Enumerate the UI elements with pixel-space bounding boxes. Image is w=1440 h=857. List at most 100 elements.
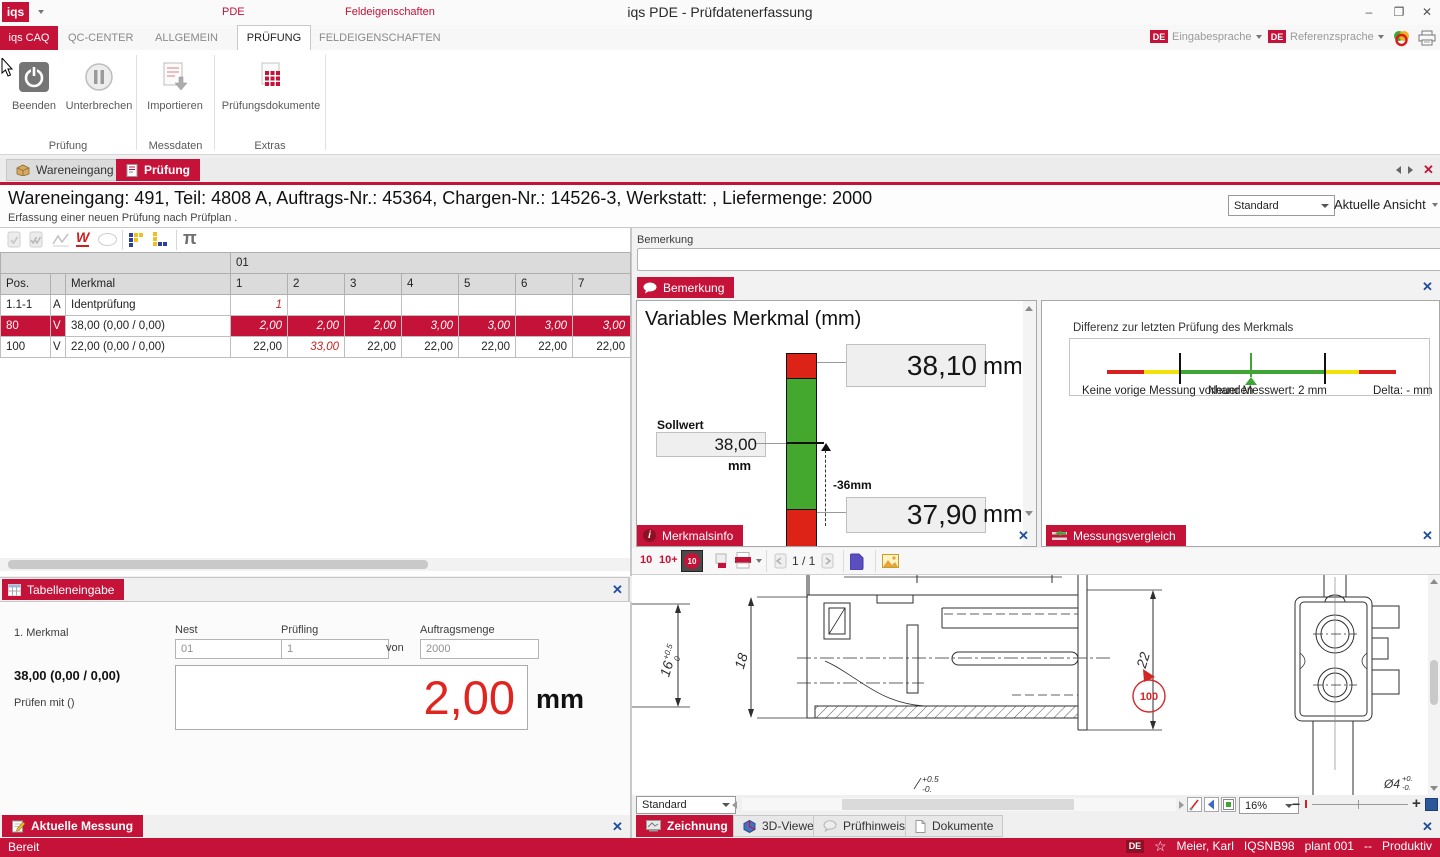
tab-pruefhinweis[interactable]: Prüfhinweis bbox=[813, 815, 915, 837]
pruefungsdokumente-button[interactable]: Prüfungsdokumente bbox=[218, 58, 324, 150]
wertemaske-icon[interactable]: W bbox=[76, 230, 89, 247]
full-extent-button[interactable] bbox=[1425, 798, 1438, 811]
chart-zigzag-icon[interactable] bbox=[52, 232, 70, 247]
pruefling-field[interactable]: 1 bbox=[281, 639, 389, 659]
scale-marker-line bbox=[1250, 353, 1252, 377]
table-hscrollbar-thumb[interactable] bbox=[8, 560, 428, 569]
reference-language[interactable]: DE Referenzsprache bbox=[1268, 30, 1384, 43]
aktuelle-messung-close-button[interactable]: ✕ bbox=[612, 820, 623, 833]
red-pen-icon bbox=[1188, 798, 1201, 811]
zoom-slider[interactable] bbox=[1312, 804, 1408, 805]
tab-pruefung[interactable]: Prüfung bbox=[116, 159, 200, 181]
view-menu[interactable]: Aktuelle Ansicht bbox=[1334, 197, 1438, 212]
ribbon-tab-pruefung[interactable]: PRÜFUNG bbox=[237, 25, 311, 50]
zoom-out-button[interactable]: − bbox=[1292, 796, 1300, 812]
stamp-print-icon[interactable] bbox=[714, 553, 730, 569]
doc-tab-close-button[interactable]: ✕ bbox=[1423, 163, 1434, 176]
zoom-in-button[interactable]: + bbox=[1412, 795, 1421, 812]
nest-field[interactable]: 01 bbox=[175, 639, 283, 659]
ribbon-tab-qc-center[interactable]: QC-CENTER bbox=[68, 32, 133, 44]
drawing-hscrollbar-thumb[interactable] bbox=[842, 799, 1074, 810]
von-label: von bbox=[386, 642, 404, 654]
comment-bubble-icon[interactable] bbox=[98, 233, 117, 246]
ribbon-tab-allgemein[interactable]: ALLGEMEIN bbox=[155, 32, 218, 44]
merkmalsinfo-vscrollbar[interactable] bbox=[1023, 301, 1036, 546]
tolerance-bar-upper-red bbox=[787, 354, 816, 379]
view-select[interactable]: Standard bbox=[1228, 195, 1335, 216]
drawing-scroll-down-icon[interactable] bbox=[1430, 786, 1438, 791]
dim-22-label: 22 bbox=[1133, 650, 1153, 671]
table-row-selected[interactable]: 80 V 38,00 (0,00 / 0,00) 2,00 2,00 2,00 … bbox=[1, 316, 631, 337]
importieren-button[interactable]: Importieren bbox=[140, 58, 210, 150]
drawing-view-value: Standard bbox=[642, 799, 687, 811]
tab-wareneingang[interactable]: Wareneingang bbox=[6, 159, 124, 181]
zoom-value: 16% bbox=[1245, 800, 1267, 812]
table-row[interactable]: 1.1-1 A Identprüfung 1 bbox=[1, 295, 631, 316]
purple-document-icon[interactable] bbox=[850, 552, 865, 570]
window-close-button[interactable]: ✕ bbox=[1416, 3, 1438, 21]
tabelleneingabe-close-button[interactable]: ✕ bbox=[612, 583, 623, 596]
page-prev-icon[interactable] bbox=[772, 553, 788, 569]
tab-scroll-left-icon[interactable] bbox=[1396, 166, 1401, 174]
print-icon[interactable] bbox=[1418, 30, 1436, 46]
drawing-hscroll-left-icon[interactable] bbox=[732, 801, 737, 809]
dim-16-label: 16+0.50 bbox=[656, 642, 685, 679]
tab-aktuelle-messung[interactable]: Aktuelle Messung bbox=[2, 815, 143, 837]
doc-check-icon[interactable] bbox=[6, 231, 22, 248]
bemerkung-input[interactable] bbox=[637, 248, 1440, 271]
printer-icon[interactable] bbox=[734, 552, 753, 569]
bemerkung-badge[interactable]: Bemerkung bbox=[637, 277, 734, 298]
merkmalsinfo-close-button[interactable]: ✕ bbox=[1018, 529, 1029, 542]
fit-view-button[interactable] bbox=[1221, 797, 1236, 812]
offset-arrow-icon bbox=[821, 443, 831, 451]
input-language[interactable]: DE Eingabesprache bbox=[1150, 30, 1262, 43]
ribbon-tab-feldeigenschaften[interactable]: FELDEIGENSCHAFTEN bbox=[319, 32, 441, 44]
col-7: 7 bbox=[573, 274, 631, 295]
minimize-button[interactable]: – bbox=[1358, 3, 1380, 21]
drawing-viewport[interactable]: 16+0.50 18 22 100 +0.5 -0. Ø4 +0. -0. bbox=[632, 575, 1428, 795]
favorites-star-icon[interactable]: ☆ bbox=[1154, 839, 1167, 853]
page-next-icon[interactable] bbox=[820, 553, 836, 569]
drawing-view-select[interactable]: Standard bbox=[636, 796, 736, 814]
pi-formula-icon[interactable]: π bbox=[183, 228, 197, 249]
stamp-10-selected-button[interactable]: 10 bbox=[681, 550, 703, 572]
ribbon-tab-iqs-caq[interactable]: iqs CAQ bbox=[0, 26, 58, 50]
input-language-label: Eingabesprache bbox=[1172, 31, 1252, 43]
tab-scroll-right-icon[interactable] bbox=[1408, 166, 1413, 174]
stamp-10-button[interactable]: 10 bbox=[640, 554, 652, 566]
table-row[interactable]: 100 V 22,00 (0,00 / 0,00) 22,00 33,00 22… bbox=[1, 337, 631, 358]
col-merkmal: Merkmal bbox=[66, 274, 231, 295]
image-icon[interactable] bbox=[882, 554, 899, 568]
stamp-10plus-button[interactable]: 10+ bbox=[659, 554, 678, 566]
drawing-vscrollbar-thumb[interactable] bbox=[1430, 660, 1438, 705]
restore-button[interactable]: ❐ bbox=[1388, 3, 1410, 21]
merkmalsinfo-badge[interactable]: i Merkmalsinfo bbox=[637, 525, 743, 546]
auftragsmenge-field[interactable]: 2000 bbox=[420, 639, 539, 659]
histogram-v-icon[interactable] bbox=[153, 232, 170, 248]
beenden-button[interactable]: Beenden bbox=[6, 58, 62, 150]
unterbrechen-button[interactable]: Unterbrechen bbox=[64, 58, 134, 150]
bemerkung-badge-label: Bemerkung bbox=[663, 281, 724, 295]
histogram-h-icon[interactable] bbox=[129, 232, 146, 248]
scroll-down-icon[interactable] bbox=[1025, 511, 1033, 516]
scroll-up-icon[interactable] bbox=[1025, 306, 1033, 311]
tab-dokumente[interactable]: Dokumente bbox=[905, 815, 1003, 837]
messungsvergleich-close-button[interactable]: ✕ bbox=[1422, 529, 1433, 542]
redline-pen-button[interactable] bbox=[1187, 797, 1202, 812]
drawing-scroll-up-icon[interactable] bbox=[1430, 579, 1438, 584]
tabelleneingabe-badge[interactable]: Tabelleneingabe bbox=[2, 579, 124, 600]
messungsvergleich-badge[interactable]: Messungsvergleich bbox=[1046, 525, 1186, 546]
status-language-badge[interactable]: DE bbox=[1126, 840, 1144, 853]
bemerkung-close-button[interactable]: ✕ bbox=[1422, 280, 1433, 293]
printer-caret-icon[interactable] bbox=[756, 559, 762, 563]
drawing-hscroll-right-icon[interactable] bbox=[1179, 801, 1184, 809]
tabelleneingabe-panel: 1. Merkmal Nest 01 Prüfling 1 von Auftra… bbox=[0, 602, 632, 815]
drawing-panel-close-button[interactable]: ✕ bbox=[1422, 820, 1433, 833]
doc-doublecheck-icon[interactable] bbox=[28, 231, 44, 248]
back-view-button[interactable] bbox=[1204, 797, 1219, 812]
measurement-input[interactable]: 2,00 bbox=[175, 665, 528, 730]
zoom-select[interactable]: 16% bbox=[1239, 797, 1299, 814]
color-theme-icon[interactable] bbox=[1392, 29, 1411, 47]
tab-zeichnung[interactable]: Zeichnung bbox=[636, 815, 738, 837]
sollwert-marker bbox=[786, 442, 824, 444]
